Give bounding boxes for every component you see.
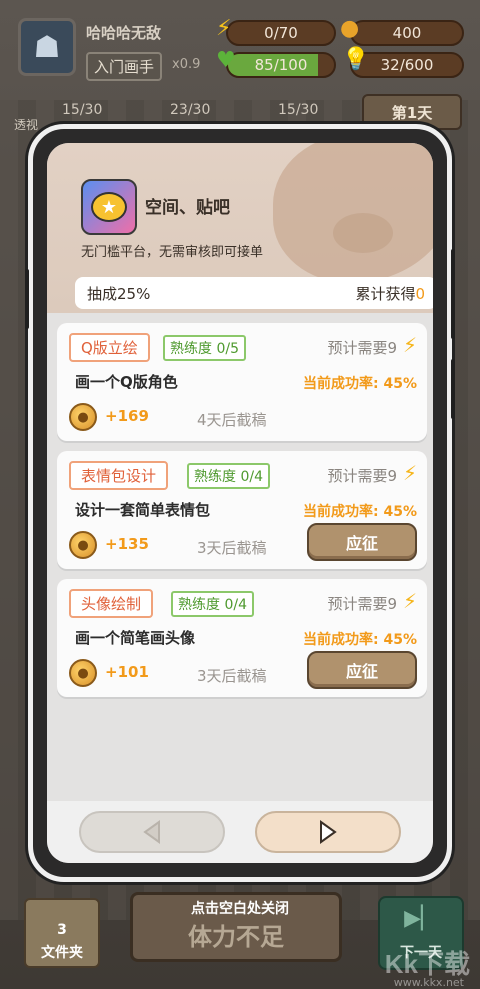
platform-app-icon: ★ [81,179,137,235]
energy-button-label: 体力不足 [188,923,284,951]
apply-button[interactable]: 应征 [307,651,417,689]
page-nav-bar [47,801,433,863]
lightning-icon: ⚡ [402,589,417,613]
required-energy: 预计需要9 [327,467,397,485]
phone-side-button [451,249,455,339]
job-card[interactable]: 表情包设计 熟练度 0/4 预计需要9 ⚡ 设计一套简单表情包 当前成功率: 4… [57,451,427,569]
health-stat: 85/100 [226,52,336,78]
paint-splash-decoration [333,213,393,253]
lightning-icon: ⚡ [402,461,417,485]
skill-tag: 熟练度 0/4 [171,591,254,617]
health-value: 85/100 [254,56,308,74]
job-deadline: 3天后截稿 [197,667,267,685]
phone-modal: ★ 空间、贴吧 无门槛平台，无需审核即可接单 抽成25% 累计获得0 Q版立绘 … [25,124,455,882]
skip-forward-icon: ▶▏ [404,906,438,931]
player-name: 哈哈哈无敌 [86,24,162,42]
coin-icon: ● [340,16,360,41]
success-rate: 当前成功率: 45% [303,504,417,520]
apply-button[interactable]: 应征 [307,523,417,561]
required-energy: 预计需要9 [327,339,397,357]
watermark-url: www.kkx.net [393,976,464,989]
job-card[interactable]: Q版立绘 熟练度 0/5 预计需要9 ⚡ 画一个Q版角色 当前成功率: 45% … [57,323,427,441]
phone-side-button [25,269,29,329]
folder-label: 文件夹 [41,945,83,961]
lightning-icon: ⚡ [402,333,417,357]
avatar[interactable]: ☗ [18,18,76,76]
platform-description: 无门槛平台，无需审核即可接单 [81,245,264,260]
job-type-tag: Q版立绘 [69,333,150,362]
tab-perspective-label[interactable]: 透视 [14,116,38,133]
prev-page-button[interactable] [79,811,225,853]
energy-value: 0/70 [264,24,298,42]
earned-total: 累计获得0 [355,283,425,304]
job-deadline: 3天后截稿 [197,539,267,557]
job-deadline: 4天后截稿 [197,411,267,429]
required-energy: 预计需要9 [327,595,397,613]
coin-icon: ● [69,403,97,431]
chevron-right-icon [320,820,337,844]
earned-value: 0 [415,284,425,303]
coins-value: 400 [392,24,422,42]
phone-screen: ★ 空间、贴吧 无门槛平台，无需审核即可接单 抽成25% 累计获得0 Q版立绘 … [47,143,433,863]
commission-label: 抽成25% [87,284,151,303]
coin-icon: ● [69,531,97,559]
job-reward: +169 [105,407,149,425]
success-rate: 当前成功率: 45% [303,632,417,648]
rank-multiplier: x0.9 [172,57,201,72]
lightning-icon: ⚡ [216,16,232,41]
skill-tag: 熟练度 0/5 [163,335,246,361]
job-type-tag: 表情包设计 [69,461,169,490]
tab-perspective-value: 15/30 [62,102,103,118]
commission-bar: 抽成25% 累计获得0 [75,277,433,309]
success-rate: 当前成功率: 45% [303,376,417,392]
coin-icon: ● [69,659,97,687]
job-reward: +135 [105,535,149,553]
lightbulb-icon: 💡 [342,47,370,72]
coins-stat: 400 [350,20,464,46]
job-card[interactable]: 头像绘制 熟练度 0/4 预计需要9 ⚡ 画一个简笔画头像 当前成功率: 45%… [57,579,427,697]
heart-icon: ♥ [216,48,236,73]
earned-label: 累计获得 [355,284,416,303]
top-hud: ☗ 哈哈哈无敌 入门画手 x0.9 0/70 ⚡ 400 ● 85/100 ♥ … [0,0,480,92]
star-icon: ★ [91,192,127,222]
skill-tag: 熟练度 0/4 [187,463,270,489]
energy-stat: 0/70 [226,20,336,46]
platform-name: 空间、贴吧 [145,198,230,218]
tab-2-value: 23/30 [170,102,211,118]
chevron-left-icon [143,820,160,844]
phone-side-button [451,359,455,419]
job-title: 设计一套简单表情包 [75,501,211,519]
job-title: 画一个简笔画头像 [75,629,196,647]
platform-header: ★ 空间、贴吧 无门槛平台，无需审核即可接单 抽成25% 累计获得0 [47,143,433,313]
ideas-value: 32/600 [380,56,434,74]
job-title: 画一个Q版角色 [75,373,178,391]
next-page-button[interactable] [255,811,401,853]
rank-badge: 入门画手 [86,52,163,81]
job-reward: +101 [105,663,149,681]
folder-count: 3 [57,922,67,938]
tab-3-value: 15/30 [278,102,319,118]
job-type-tag: 头像绘制 [69,589,154,618]
